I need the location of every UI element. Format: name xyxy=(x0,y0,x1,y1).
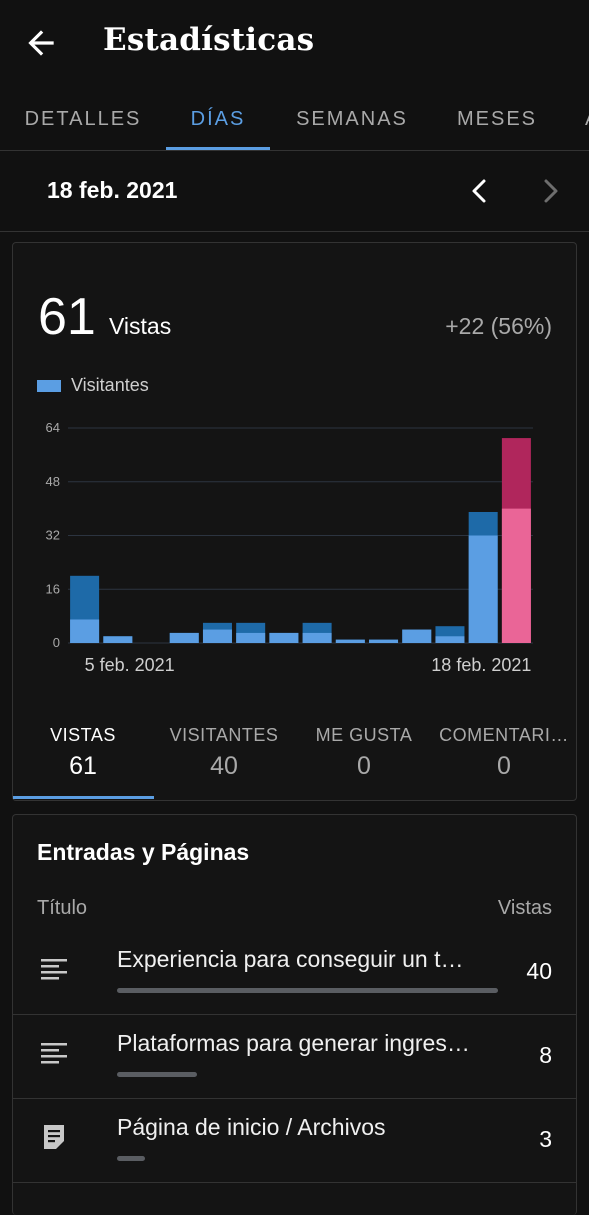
column-header-title: Título xyxy=(37,897,88,919)
post-views: 40 xyxy=(526,958,552,984)
post-views-bar xyxy=(117,1156,145,1161)
stat-tab-value: 0 xyxy=(357,752,371,780)
stat-tab-value: 40 xyxy=(210,752,238,780)
views-count: 61 xyxy=(38,288,96,346)
tab-anos[interactable]: A xyxy=(560,88,589,150)
visitors-bar xyxy=(501,508,531,643)
legend-swatch xyxy=(37,380,61,392)
post-row[interactable]: Plataformas para generar ingres… 8 xyxy=(13,1014,576,1099)
y-tick-label: 0 xyxy=(53,635,60,650)
tab-semanas[interactable]: SEMANAS xyxy=(270,88,434,150)
arrow-back-icon[interactable] xyxy=(22,24,60,62)
stat-tab-vistas[interactable]: VISTAS 61 xyxy=(13,725,153,805)
stat-tab-label: COMENTARI… xyxy=(439,725,569,745)
visitors-bar xyxy=(236,632,266,643)
stat-tab-comentarios[interactable]: COMENTARI… 0 xyxy=(434,725,574,805)
post-row[interactable]: Experiencia para conseguir un t… 40 xyxy=(13,930,576,1015)
stat-tab-value: 61 xyxy=(69,752,97,780)
visitors-bar xyxy=(369,639,399,643)
visitors-bar xyxy=(302,632,332,643)
selected-date: 18 feb. 2021 xyxy=(47,177,178,203)
y-tick-label: 16 xyxy=(46,581,60,596)
chevron-left-icon[interactable] xyxy=(464,175,494,207)
y-tick-label: 32 xyxy=(46,528,60,543)
visitors-bar xyxy=(335,639,365,643)
visitors-bar xyxy=(269,632,299,643)
x-tick-label: 5 feb. 2021 xyxy=(85,655,175,675)
date-navigator: 18 feb. 2021 xyxy=(0,151,589,232)
stat-tab-label: VISITANTES xyxy=(169,725,279,745)
stat-tab-value: 0 xyxy=(497,752,511,780)
post-title: Página de inicio / Archivos xyxy=(117,1114,386,1140)
visitors-bar xyxy=(402,629,432,643)
visitors-bar xyxy=(202,629,232,643)
stat-tab-visitantes[interactable]: VISITANTES 40 xyxy=(154,725,294,805)
legend-label: Visitantes xyxy=(71,375,149,395)
stats-card: 61 Vistas +22 (56%) Visitantes 0 16 32 48 64… xyxy=(12,242,577,801)
post-title: Plataformas para generar ingres… xyxy=(117,1030,470,1056)
y-tick-label: 64 xyxy=(46,420,60,435)
post-title: Experiencia para conseguir un t… xyxy=(117,946,464,972)
post-views-bar xyxy=(117,1072,197,1077)
visitors-bar xyxy=(169,632,199,643)
views-label: Vistas xyxy=(109,313,172,339)
tab-detalles[interactable]: DETALLES xyxy=(0,88,166,150)
post-lines-icon xyxy=(39,954,69,984)
stat-tab-indicator xyxy=(13,796,154,799)
views-delta: +22 (56%) xyxy=(445,313,552,339)
posts-section-title: Entradas y Páginas xyxy=(37,839,250,865)
post-views: 3 xyxy=(539,1126,552,1152)
post-views: 8 xyxy=(539,1042,552,1068)
visitors-bar xyxy=(435,636,465,643)
app-bar: Estadísticas xyxy=(0,0,589,86)
post-lines-icon xyxy=(39,1038,69,1068)
visitors-bar xyxy=(103,636,133,643)
column-header-views: Vistas xyxy=(497,897,552,919)
x-tick-label: 18 feb. 2021 xyxy=(431,655,531,675)
page-icon xyxy=(39,1122,69,1152)
tab-indicator xyxy=(166,147,270,150)
y-tick-label: 48 xyxy=(46,474,60,489)
chevron-right-icon[interactable] xyxy=(536,175,566,207)
stat-tab-label: VISTAS xyxy=(50,725,116,745)
page-title: Estadísticas xyxy=(103,22,315,58)
post-row[interactable]: Página de inicio / Archivos 3 xyxy=(13,1098,576,1183)
period-tabs: DETALLES DÍAS SEMANAS MESES A xyxy=(0,88,589,151)
tab-meses[interactable]: MESES xyxy=(434,88,560,150)
stat-tab-label: ME GUSTA xyxy=(315,725,413,745)
posts-card: Entradas y Páginas Título Vistas Experie… xyxy=(12,814,577,1215)
stat-tab-me-gusta[interactable]: ME GUSTA 0 xyxy=(294,725,434,805)
visitors-bar xyxy=(70,619,100,643)
tab-dias[interactable]: DÍAS xyxy=(166,88,270,150)
visitors-bar xyxy=(468,535,498,643)
views-bar-chart[interactable]: 0 16 32 48 64 5 feb. 2021 18 feb. 2021 xyxy=(13,403,576,683)
post-views-bar xyxy=(117,988,498,993)
